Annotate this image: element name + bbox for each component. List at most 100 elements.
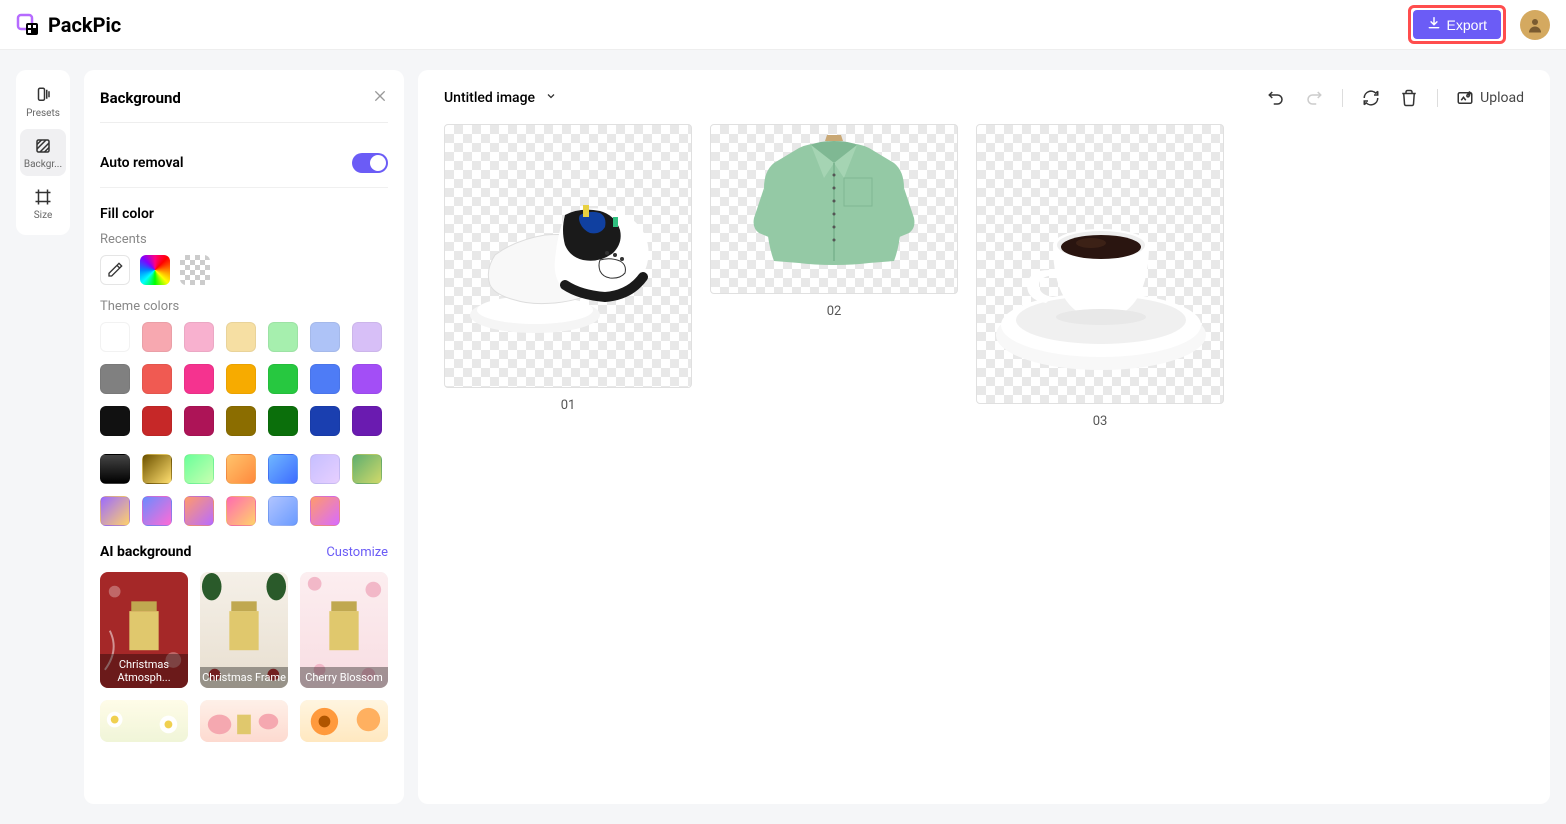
main: Presets Backgr... Size Background Auto r… [0, 50, 1566, 824]
ai-bg-option-5[interactable] [200, 700, 288, 742]
fill-color-title: Fill color [100, 206, 388, 222]
gradient-swatch[interactable] [184, 496, 214, 526]
image-card-03[interactable]: 03 [976, 124, 1224, 429]
color-swatch[interactable] [268, 364, 298, 394]
gradient-swatch[interactable] [100, 496, 130, 526]
ai-bg-label: Christmas Frame [200, 667, 288, 688]
image-frame [710, 124, 958, 294]
color-swatch[interactable] [184, 364, 214, 394]
color-swatch[interactable] [100, 364, 130, 394]
canvas-area: Untitled image [418, 70, 1550, 804]
panel-header: Background [100, 88, 388, 123]
image-frame [444, 124, 692, 388]
recents-row [100, 255, 388, 285]
product-shirt [749, 133, 919, 273]
ai-background-title: AI background [100, 544, 191, 560]
gradient-swatch[interactable] [142, 454, 172, 484]
tool-background-label: Backgr... [24, 159, 62, 170]
color-swatch[interactable] [268, 322, 298, 352]
transparent-swatch[interactable] [180, 255, 210, 285]
image-card-02[interactable]: 02 [710, 124, 958, 319]
recents-label: Recents [100, 232, 388, 247]
gradient-swatch[interactable] [142, 496, 172, 526]
tool-presets-label: Presets [26, 108, 60, 119]
gradient-swatch[interactable] [100, 454, 130, 484]
color-swatch[interactable] [268, 406, 298, 436]
customize-link[interactable]: Customize [326, 545, 388, 560]
chevron-down-icon [545, 90, 557, 106]
color-picker-swatch[interactable] [140, 255, 170, 285]
color-swatch[interactable] [100, 322, 130, 352]
color-swatch[interactable] [142, 322, 172, 352]
tool-size-label: Size [34, 210, 53, 221]
color-swatch[interactable] [226, 364, 256, 394]
gradient-swatch[interactable] [226, 496, 256, 526]
color-swatch[interactable] [310, 364, 340, 394]
ai-bg-option-6[interactable] [300, 700, 388, 742]
color-swatch[interactable] [226, 322, 256, 352]
panel-title: Background [100, 89, 181, 107]
header: PackPic Export [0, 0, 1566, 50]
image-name-dropdown[interactable]: Untitled image [444, 90, 557, 106]
upload-button[interactable]: Upload [1456, 89, 1524, 107]
gradient-swatch[interactable] [352, 454, 382, 484]
ai-bg-label: Christmas Atmosph... [100, 654, 188, 688]
redo-button[interactable] [1304, 88, 1324, 108]
image-number: 02 [827, 304, 842, 319]
auto-removal-label: Auto removal [100, 155, 184, 171]
color-swatch[interactable] [310, 322, 340, 352]
gradient-swatch[interactable] [184, 454, 214, 484]
color-swatch[interactable] [310, 406, 340, 436]
close-icon[interactable] [372, 88, 388, 108]
gradient-swatch[interactable] [268, 454, 298, 484]
refresh-button[interactable] [1361, 88, 1381, 108]
color-swatch[interactable] [184, 322, 214, 352]
delete-button[interactable] [1399, 88, 1419, 108]
export-button[interactable]: Export [1413, 10, 1501, 39]
gradient-swatch[interactable] [310, 454, 340, 484]
tool-presets[interactable]: Presets [20, 78, 66, 125]
background-panel: Background Auto removal Fill color Recen… [84, 70, 404, 804]
export-label: Export [1447, 17, 1487, 33]
gradient-swatch[interactable] [268, 496, 298, 526]
download-icon [1427, 16, 1441, 33]
auto-removal-toggle[interactable] [352, 153, 388, 173]
image-frame [976, 124, 1224, 404]
header-right: Export [1408, 5, 1550, 44]
color-swatch[interactable] [352, 322, 382, 352]
ai-bg-option-4[interactable] [100, 700, 188, 742]
color-swatch[interactable] [184, 406, 214, 436]
gradient-swatch[interactable] [226, 454, 256, 484]
color-swatch[interactable] [100, 406, 130, 436]
ai-background-grid: Christmas Atmosph... Christmas Frame Che… [100, 572, 388, 742]
logo-icon [16, 13, 40, 37]
tool-size[interactable]: Size [20, 180, 66, 227]
color-swatch[interactable] [352, 364, 382, 394]
eyedropper-button[interactable] [100, 255, 130, 285]
ai-bg-christmas-frame[interactable]: Christmas Frame [200, 572, 288, 688]
image-number: 01 [561, 398, 576, 413]
product-cup [991, 175, 1211, 385]
undo-button[interactable] [1266, 88, 1286, 108]
theme-colors-grid [100, 322, 388, 436]
image-number: 03 [1093, 414, 1108, 429]
tool-rail: Presets Backgr... Size [16, 70, 70, 235]
ai-bg-label: Cherry Blossom [300, 667, 388, 688]
color-swatch[interactable] [142, 406, 172, 436]
avatar[interactable] [1520, 10, 1550, 40]
ai-bg-cherry-blossom[interactable]: Cherry Blossom [300, 572, 388, 688]
ai-background-header: AI background Customize [100, 544, 388, 560]
image-card-01[interactable]: 01 [444, 124, 692, 413]
tool-background[interactable]: Backgr... [20, 129, 66, 176]
brand: PackPic [16, 13, 121, 37]
color-swatch[interactable] [352, 406, 382, 436]
color-swatch[interactable] [226, 406, 256, 436]
gradient-swatch[interactable] [310, 496, 340, 526]
canvas-actions: Upload [1266, 88, 1524, 108]
image-name-label: Untitled image [444, 90, 535, 106]
ai-bg-christmas-atmosphere[interactable]: Christmas Atmosph... [100, 572, 188, 688]
product-shoe [465, 185, 665, 335]
canvas-toolbar: Untitled image [444, 88, 1524, 108]
color-swatch[interactable] [142, 364, 172, 394]
separator [1437, 89, 1438, 107]
